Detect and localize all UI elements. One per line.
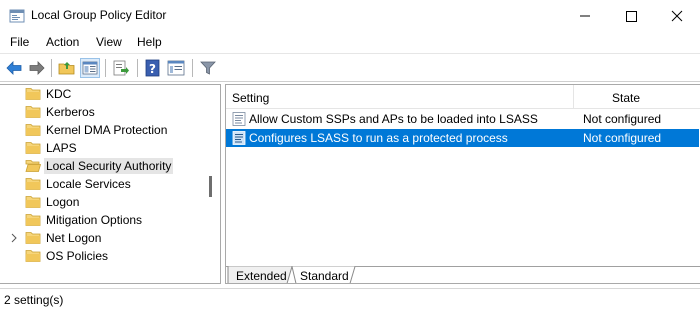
column-header-label: State [612,91,641,105]
tree-item-label: Logon [46,195,80,209]
toolbar: ? [0,53,700,82]
group-policy-app-icon [9,9,25,23]
column-header-state[interactable]: State [574,85,700,109]
tree-scrollbar-thumb[interactable] [209,176,212,197]
folder-icon [25,178,41,190]
setting-state: Not configured [583,112,662,126]
help-icon: ? [145,59,160,77]
status-bar: 2 setting(s) [0,288,700,310]
tree-item-label: Locale Services [46,177,131,191]
tree-item-label: Kernel DMA Protection [46,123,168,137]
show-hide-console-tree-button[interactable] [80,58,100,78]
policy-setting-icon [232,131,246,145]
folder-icon [25,214,41,226]
column-header-setting[interactable]: Setting [226,85,574,109]
setting-name: Configures LSASS to run as a protected p… [249,131,508,145]
table-row-selected[interactable]: Configures LSASS to run as a protected p… [226,129,699,147]
tab-label: Extended [236,269,287,283]
close-icon [671,10,683,22]
tree-item-label: Kerberos [46,105,95,119]
tree-item-kernel-dma-protection[interactable]: Kernel DMA Protection [0,121,205,139]
show-hide-tree-icon [82,61,98,75]
filter-button[interactable] [198,58,218,78]
tree-item-logon[interactable]: Logon [0,193,205,211]
close-button[interactable] [654,0,700,32]
settings-list-pane: Setting State Allow Custom SSPs and APs … [225,84,700,284]
maximize-button[interactable] [608,0,654,32]
toolbar-separator [192,59,193,77]
tree-item-kerberos[interactable]: Kerberos [0,103,205,121]
tree-item-label: KDC [46,87,72,101]
properties-button[interactable] [166,58,186,78]
folder-icon [25,196,41,208]
chevron-right-icon[interactable] [10,233,18,243]
column-header-label: Setting [232,91,270,105]
tree-item-label: OS Policies [46,249,109,263]
tree-item-local-security-authority[interactable]: Local Security Authority [0,157,205,175]
tab-standard[interactable]: Standard [292,266,355,283]
folder-open-icon [25,160,41,172]
svg-text:?: ? [149,62,156,76]
folder-icon [25,250,41,262]
back-arrow-icon [6,61,22,75]
tree-item-locale-services[interactable]: Locale Services [0,175,205,193]
forward-arrow-icon [29,61,45,75]
maximize-icon [626,11,637,22]
folder-icon [25,142,41,154]
menu-file[interactable]: File [10,35,29,49]
tree-item-os-policies[interactable]: OS Policies [0,247,205,265]
tree-item-label: Mitigation Options [46,213,143,227]
tab-label: Standard [300,269,349,283]
tree-item-laps[interactable]: LAPS [0,139,205,157]
console-tree-pane[interactable]: KDC Kerberos Kernel DMA Protection LAPS … [0,84,221,284]
tree-item-mitigation-options[interactable]: Mitigation Options [0,211,205,229]
folder-icon [25,232,41,244]
export-list-icon [113,60,129,76]
tree-item-net-logon[interactable]: Net Logon [0,229,205,247]
folder-icon [25,124,41,136]
menu-view[interactable]: View [96,35,122,49]
menu-bar: File Action View Help [0,32,700,52]
status-text: 2 setting(s) [4,293,64,307]
folder-icon [25,88,41,100]
view-tabs: Extended Standard [226,266,700,283]
filter-icon [200,61,216,75]
up-one-level-button[interactable] [57,58,77,78]
properties-icon [167,60,185,76]
minimize-icon [580,15,590,17]
back-button[interactable] [4,58,24,78]
minimize-button[interactable] [562,0,608,32]
tree-item-label: LAPS [46,141,77,155]
help-button[interactable]: ? [143,58,163,78]
setting-state: Not configured [583,131,662,145]
toolbar-separator [51,59,52,77]
toolbar-separator [105,59,106,77]
title-bar[interactable]: Local Group Policy Editor [0,0,700,32]
forward-button[interactable] [27,58,47,78]
tree-item-label: Local Security Authority [44,158,174,174]
tree-item-kdc[interactable]: KDC [0,85,205,103]
window-title: Local Group Policy Editor [31,8,167,22]
menu-help[interactable]: Help [137,35,162,49]
toolbar-separator [137,59,138,77]
setting-name: Allow Custom SSPs and APs to be loaded i… [249,112,538,126]
table-row[interactable]: Allow Custom SSPs and APs to be loaded i… [226,110,699,128]
policy-setting-icon [232,112,246,126]
export-list-button[interactable] [111,58,131,78]
menu-action[interactable]: Action [46,35,79,49]
up-folder-icon [58,62,75,75]
folder-icon [25,106,41,118]
tab-extended[interactable]: Extended [228,266,292,283]
tree-item-label: Net Logon [46,231,102,245]
